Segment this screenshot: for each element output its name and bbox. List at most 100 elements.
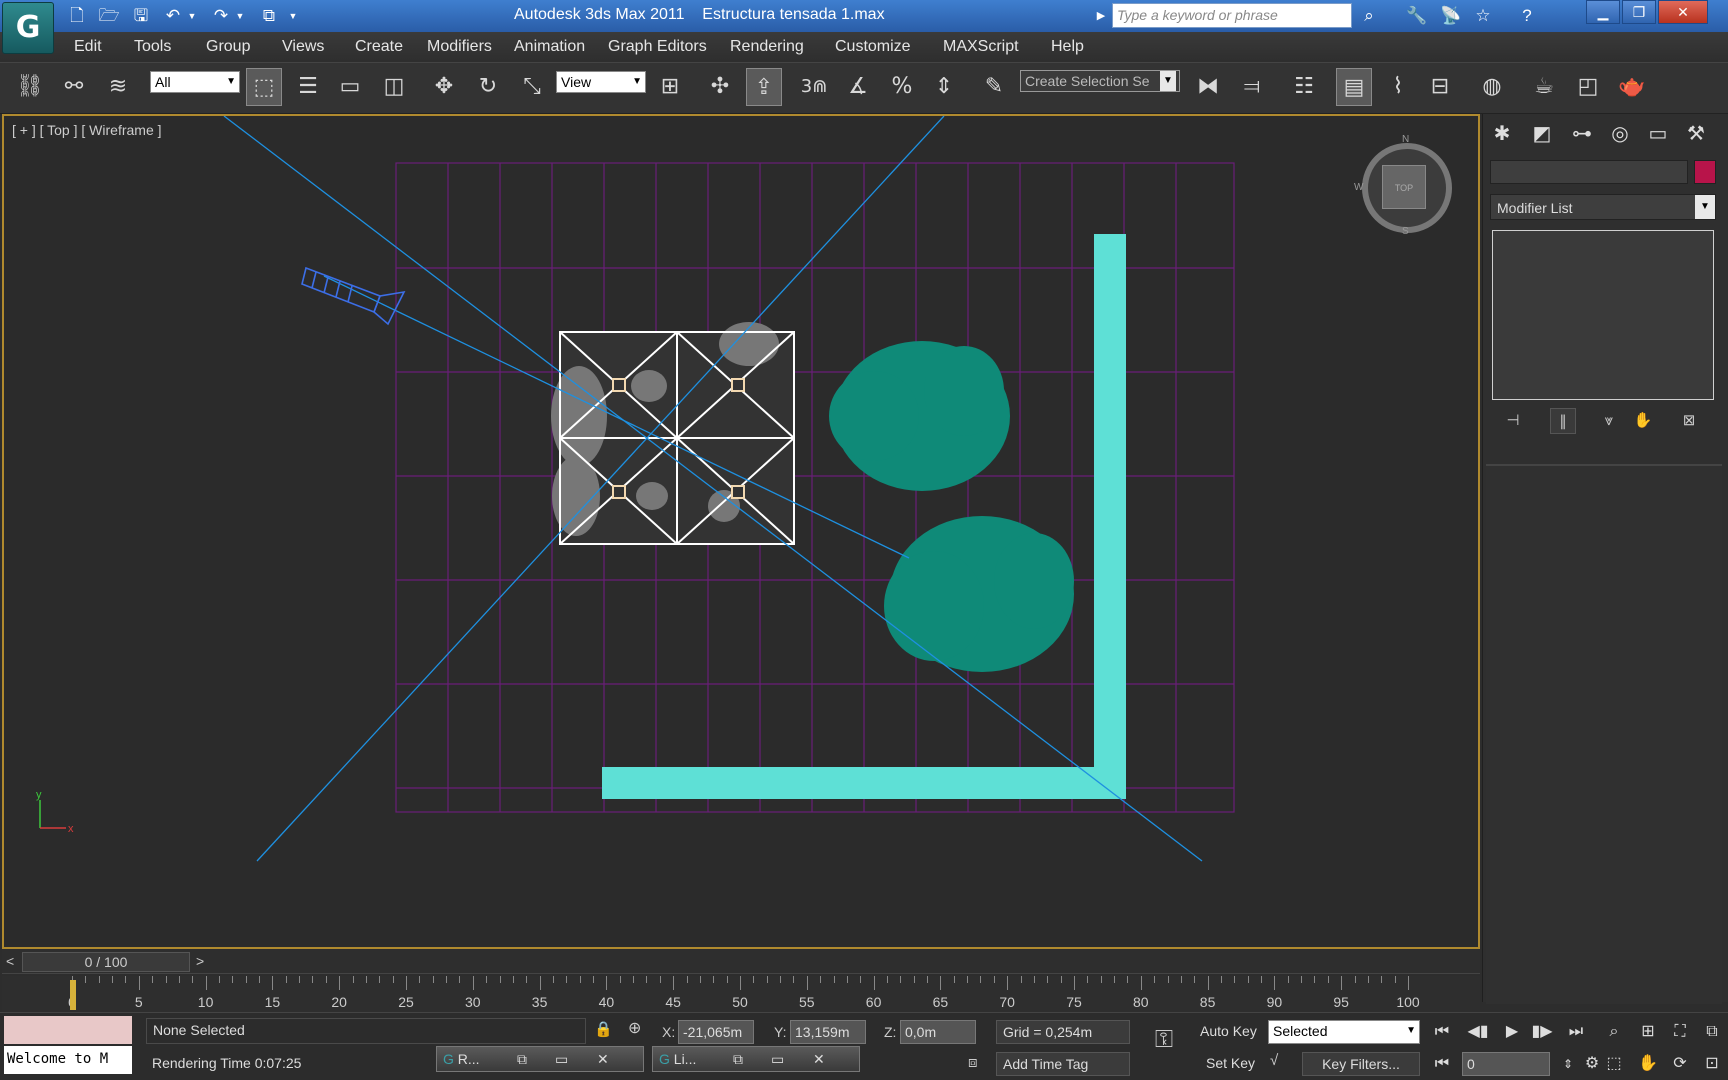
z-coordinate-field[interactable]: 0,0m bbox=[900, 1020, 976, 1044]
key-filters-button[interactable]: Key Filters... bbox=[1302, 1052, 1420, 1076]
modify-tab-icon[interactable]: ◩ bbox=[1526, 118, 1558, 150]
binoculars-icon[interactable]: ⌕ bbox=[1356, 4, 1382, 28]
menu-tools[interactable]: Tools bbox=[134, 38, 171, 56]
curve-editor-icon[interactable]: ⌇ bbox=[1380, 68, 1416, 106]
make-unique-icon[interactable]: ⩔ bbox=[1596, 408, 1622, 434]
material-editor-icon[interactable]: ◍ bbox=[1474, 68, 1510, 106]
edit-named-selection-icon[interactable]: ✎ bbox=[976, 68, 1012, 106]
track-bar[interactable]: 0510152025303540455055606570758085909510… bbox=[2, 976, 1480, 1012]
hierarchy-tab-icon[interactable]: ⊶ bbox=[1566, 118, 1598, 150]
maxscript-mini-listener[interactable]: Welcome to M bbox=[4, 1046, 132, 1074]
snaps-toggle-icon[interactable]: 3⋒ bbox=[796, 68, 832, 106]
viewport-label[interactable]: [ + ] [ Top ] [ Wireframe ] bbox=[12, 122, 162, 138]
previous-frame-icon[interactable]: ◀▮ bbox=[1464, 1020, 1492, 1044]
object-color-swatch[interactable] bbox=[1694, 160, 1716, 184]
current-frame-marker[interactable] bbox=[70, 980, 76, 1010]
utilities-tab-icon[interactable]: ⚒ bbox=[1680, 118, 1712, 150]
time-slider[interactable] bbox=[2, 950, 1480, 974]
close-button[interactable]: ✕ bbox=[1658, 0, 1708, 24]
render-setup-icon[interactable]: ☕ bbox=[1526, 68, 1562, 106]
select-by-name-icon[interactable]: ☰ bbox=[290, 68, 326, 106]
rendered-frame-window-icon[interactable]: ◰ bbox=[1570, 68, 1606, 106]
next-frame-icon[interactable]: ▮▶ bbox=[1528, 1020, 1556, 1044]
bind-to-space-warp-icon[interactable]: ≋ bbox=[100, 68, 136, 106]
lock-selection-icon[interactable]: 🔒 bbox=[594, 1020, 616, 1042]
show-end-result-icon[interactable]: ∥ bbox=[1550, 408, 1576, 434]
key-mode-dropdown[interactable]: Selected ▼ bbox=[1268, 1020, 1420, 1044]
object-name-field[interactable] bbox=[1490, 160, 1688, 184]
default-tangents-icon[interactable]: √ bbox=[1270, 1052, 1294, 1076]
absolute-mode-icon[interactable]: ⊕ bbox=[628, 1018, 654, 1042]
close-icon[interactable]: ✕ bbox=[597, 1047, 609, 1071]
pivot-center-icon[interactable]: ⊞ bbox=[652, 68, 688, 106]
x-coordinate-field[interactable]: -21,065m bbox=[678, 1020, 754, 1044]
go-to-start-icon[interactable]: ⏮ bbox=[1428, 1020, 1456, 1044]
maximize-icon[interactable]: ▭ bbox=[555, 1047, 568, 1071]
window-crossing-icon[interactable]: ◫ bbox=[376, 68, 412, 106]
align-icon[interactable]: ⫤ bbox=[1234, 68, 1270, 106]
remove-modifier-icon[interactable]: ✋ bbox=[1630, 408, 1656, 434]
named-selection-sets-dropdown[interactable]: Create Selection Se ▼ bbox=[1020, 70, 1180, 92]
rectangular-selection-icon[interactable]: ▭ bbox=[332, 68, 368, 106]
select-and-move-icon[interactable]: ✥ bbox=[426, 68, 462, 106]
pan-view-icon[interactable]: ✋ bbox=[1634, 1052, 1662, 1076]
maxscript-listener-pink[interactable] bbox=[4, 1016, 132, 1044]
keyboard-shortcut-override-icon[interactable]: ⇪ bbox=[746, 68, 782, 106]
new-file-icon[interactable]: 🗋 bbox=[66, 5, 88, 27]
maximize-icon[interactable]: ▭ bbox=[771, 1047, 784, 1071]
zoom-extents-all-icon[interactable]: ⧉ bbox=[1698, 1020, 1726, 1044]
motion-tab-icon[interactable]: ◎ bbox=[1604, 118, 1636, 150]
menu-rendering[interactable]: Rendering bbox=[730, 38, 804, 56]
time-slider-thumb[interactable]: 0 / 100 bbox=[22, 952, 190, 972]
select-and-scale-icon[interactable]: ⤡ bbox=[514, 68, 550, 106]
menu-views[interactable]: Views bbox=[282, 38, 324, 56]
quick-access-dropdown-icon[interactable]: ▼ bbox=[286, 5, 300, 27]
current-frame-field[interactable]: 0 bbox=[1462, 1052, 1550, 1076]
percent-snap-icon[interactable]: % bbox=[884, 68, 920, 106]
play-icon[interactable]: ▶ bbox=[1498, 1020, 1526, 1044]
modifier-stack[interactable] bbox=[1492, 230, 1714, 400]
communication-center-icon[interactable]: 📡 bbox=[1438, 4, 1464, 28]
viewcube-top[interactable]: TOP bbox=[1382, 165, 1426, 209]
zoom-all-icon[interactable]: ⊞ bbox=[1634, 1020, 1662, 1044]
schematic-view-icon[interactable]: ⊟ bbox=[1422, 68, 1458, 106]
minimize-button[interactable]: ▁ bbox=[1586, 0, 1620, 24]
viewport-top[interactable]: y x [ + ] [ Top ] [ Wireframe ] bbox=[2, 114, 1480, 949]
graphite-modeling-tools-icon[interactable]: ▤ bbox=[1336, 68, 1372, 106]
maximize-button[interactable]: ❐ bbox=[1622, 0, 1656, 24]
redo-dropdown-icon[interactable]: ▼ bbox=[234, 5, 246, 27]
menu-animation[interactable]: Animation bbox=[514, 38, 585, 56]
redo-icon[interactable]: ↷ bbox=[210, 5, 232, 27]
restore-icon[interactable]: ⧉ bbox=[733, 1047, 743, 1071]
infocenter-expand-icon[interactable]: ▶ bbox=[1092, 4, 1110, 28]
menu-maxscript[interactable]: MAXScript bbox=[943, 38, 1019, 56]
layer-manager-icon[interactable]: ☷ bbox=[1286, 68, 1322, 106]
minimized-window-render[interactable]: G R... ⧉ ▭ ✕ bbox=[436, 1046, 644, 1072]
create-tab-icon[interactable]: ✱ bbox=[1486, 118, 1518, 150]
spinner-snap-icon[interactable]: ⇕ bbox=[926, 68, 962, 106]
time-prev-button[interactable]: < bbox=[6, 953, 14, 969]
pin-stack-icon[interactable]: ⊣ bbox=[1500, 408, 1526, 434]
application-button[interactable]: G bbox=[2, 2, 54, 54]
subscription-icon[interactable]: 🔧 bbox=[1404, 4, 1430, 28]
close-icon[interactable]: ✕ bbox=[813, 1047, 825, 1071]
select-and-rotate-icon[interactable]: ↻ bbox=[470, 68, 506, 106]
zoom-extents-icon[interactable]: ⛶ bbox=[1666, 1020, 1694, 1044]
menu-graph-editors[interactable]: Graph Editors bbox=[608, 38, 707, 56]
menu-customize[interactable]: Customize bbox=[835, 38, 911, 56]
menu-edit[interactable]: Edit bbox=[74, 38, 102, 56]
select-object-icon[interactable]: ⬚ bbox=[246, 68, 282, 106]
select-and-link-icon[interactable]: ⛓ bbox=[12, 68, 48, 106]
open-file-icon[interactable]: 🗁 bbox=[98, 5, 120, 27]
orbit-icon[interactable]: ⟳ bbox=[1666, 1052, 1694, 1076]
display-tab-icon[interactable]: ▭ bbox=[1642, 118, 1674, 150]
set-keys-key-icon[interactable]: ⚿ bbox=[1144, 1026, 1184, 1066]
search-input[interactable]: Type a keyword or phrase bbox=[1112, 3, 1352, 28]
undo-icon[interactable]: ↶ bbox=[162, 5, 184, 27]
add-time-tag-button[interactable]: Add Time Tag bbox=[996, 1052, 1130, 1076]
time-tag-icon[interactable]: ⧈ bbox=[968, 1054, 988, 1074]
maximize-viewport-icon[interactable]: ⊡ bbox=[1698, 1052, 1726, 1076]
modifier-list-dropdown[interactable]: Modifier List ▼ bbox=[1490, 194, 1716, 220]
set-key-button[interactable]: Set Key bbox=[1200, 1052, 1264, 1076]
time-next-button[interactable]: > bbox=[196, 953, 204, 969]
